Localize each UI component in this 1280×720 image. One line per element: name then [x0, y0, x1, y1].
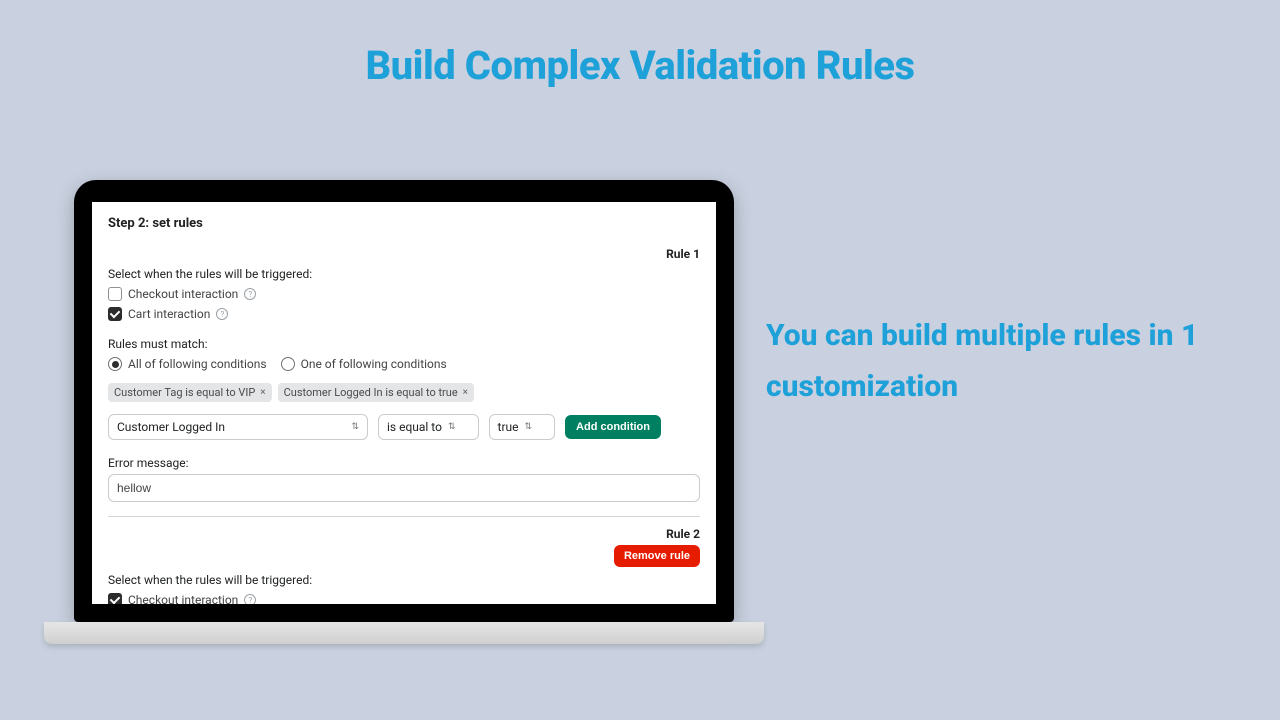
- condition-field-select[interactable]: Customer Logged In ⇅: [108, 414, 368, 440]
- error-message-label: Error message:: [108, 456, 700, 470]
- rule-2-trigger-label: Select when the rules will be triggered:: [108, 573, 700, 587]
- checkbox-icon[interactable]: [108, 287, 122, 301]
- rule-1-trigger-label: Select when the rules will be triggered:: [108, 267, 700, 281]
- rule-1-badge: Rule 1: [666, 247, 700, 261]
- help-icon[interactable]: ?: [244, 594, 256, 604]
- radio-icon[interactable]: [281, 357, 295, 371]
- condition-chips: Customer Tag is equal to VIP × Customer …: [108, 383, 700, 402]
- match-all-option[interactable]: All of following conditions: [108, 357, 267, 371]
- condition-value-select[interactable]: true ⇅: [489, 414, 556, 440]
- condition-builder-row: Customer Logged In ⇅ is equal to ⇅ true …: [108, 414, 700, 440]
- rule-2-checkout-row[interactable]: Checkout interaction ?: [108, 593, 700, 604]
- condition-field-value: Customer Logged In: [117, 420, 225, 434]
- condition-chip[interactable]: Customer Tag is equal to VIP ×: [108, 383, 272, 402]
- match-all-label: All of following conditions: [128, 357, 267, 371]
- chip-text: Customer Tag is equal to VIP: [114, 386, 255, 399]
- checkbox-checked-icon[interactable]: [108, 307, 122, 321]
- chip-text: Customer Logged In is equal to true: [284, 386, 458, 399]
- rule-1-checkout-row[interactable]: Checkout interaction ?: [108, 287, 700, 301]
- step-title: Step 2: set rules: [108, 216, 700, 231]
- match-radio-group: All of following conditions One of follo…: [108, 357, 700, 371]
- hero-side-copy: You can build multiple rules in 1 custom…: [766, 310, 1236, 412]
- match-one-label: One of following conditions: [301, 357, 447, 371]
- rule-1-cart-label: Cart interaction: [128, 307, 210, 321]
- rule-divider: [108, 516, 700, 517]
- rule-1-header: Rule 1: [108, 247, 700, 261]
- laptop-bezel: Step 2: set rules Rule 1 Select when the…: [74, 180, 734, 622]
- error-message-input[interactable]: [108, 474, 700, 502]
- rule-1-checkout-label: Checkout interaction: [128, 287, 238, 301]
- rule-2-checkout-label: Checkout interaction: [128, 593, 238, 604]
- help-icon[interactable]: ?: [244, 288, 256, 300]
- close-icon[interactable]: ×: [463, 387, 468, 398]
- rule-1-cart-row[interactable]: Cart interaction ?: [108, 307, 700, 321]
- radio-checked-icon[interactable]: [108, 357, 122, 371]
- laptop-base: [44, 622, 764, 644]
- remove-rule-button[interactable]: Remove rule: [614, 545, 700, 567]
- condition-operator-value: is equal to: [387, 420, 442, 434]
- chevron-updown-icon: ⇅: [525, 423, 533, 432]
- close-icon[interactable]: ×: [260, 387, 265, 398]
- chevron-updown-icon: ⇅: [448, 423, 456, 432]
- add-condition-button[interactable]: Add condition: [565, 415, 661, 439]
- hero-title: Build Complex Validation Rules: [0, 42, 1280, 89]
- match-one-option[interactable]: One of following conditions: [281, 357, 447, 371]
- condition-value-text: true: [498, 420, 519, 434]
- app-screen: Step 2: set rules Rule 1 Select when the…: [92, 202, 716, 604]
- condition-chip[interactable]: Customer Logged In is equal to true ×: [278, 383, 474, 402]
- match-label: Rules must match:: [108, 337, 700, 351]
- rule-2-badge: Rule 2: [666, 527, 700, 541]
- help-icon[interactable]: ?: [216, 308, 228, 320]
- condition-operator-select[interactable]: is equal to ⇅: [378, 414, 479, 440]
- laptop-mockup: Step 2: set rules Rule 1 Select when the…: [74, 180, 734, 644]
- chevron-updown-icon: ⇅: [351, 423, 359, 432]
- checkbox-checked-icon[interactable]: [108, 593, 122, 604]
